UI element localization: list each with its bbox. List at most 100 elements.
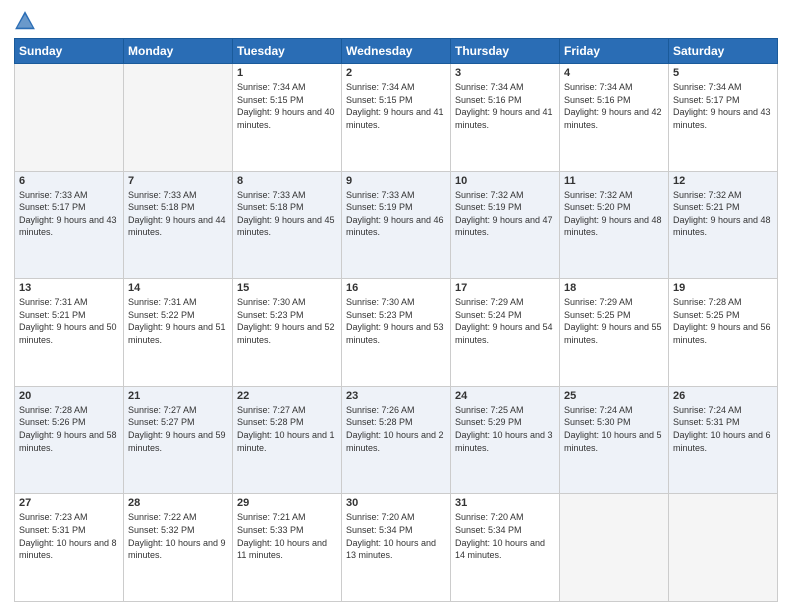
day-cell: 26 Sunrise: 7:24 AM Sunset: 5:31 PM Dayli… xyxy=(669,386,778,494)
week-row-5: 27 Sunrise: 7:23 AM Sunset: 5:31 PM Dayli… xyxy=(15,494,778,602)
day-info: Sunrise: 7:28 AM Sunset: 5:26 PM Dayligh… xyxy=(19,404,119,454)
day-number: 24 xyxy=(455,390,555,402)
day-number: 4 xyxy=(564,67,664,79)
day-info: Sunrise: 7:30 AM Sunset: 5:23 PM Dayligh… xyxy=(237,296,337,346)
day-cell: 17 Sunrise: 7:29 AM Sunset: 5:24 PM Dayli… xyxy=(451,279,560,387)
day-cell: 1Sunrise: 7:34 AM Sunset: 5:15 PM Daylig… xyxy=(233,64,342,172)
day-cell: 8 Sunrise: 7:33 AM Sunset: 5:18 PM Daylig… xyxy=(233,171,342,279)
day-cell: 7 Sunrise: 7:33 AM Sunset: 5:18 PM Daylig… xyxy=(124,171,233,279)
day-info: Sunrise: 7:26 AM Sunset: 5:28 PM Dayligh… xyxy=(346,404,446,454)
day-info: Sunrise: 7:34 AM Sunset: 5:15 PM Dayligh… xyxy=(346,81,446,131)
day-cell: 13 Sunrise: 7:31 AM Sunset: 5:21 PM Dayli… xyxy=(15,279,124,387)
day-cell xyxy=(669,494,778,602)
day-info: Sunrise: 7:29 AM Sunset: 5:25 PM Dayligh… xyxy=(564,296,664,346)
logo xyxy=(14,10,38,32)
day-info: Sunrise: 7:27 AM Sunset: 5:27 PM Dayligh… xyxy=(128,404,228,454)
col-header-tuesday: Tuesday xyxy=(233,39,342,64)
week-row-3: 13 Sunrise: 7:31 AM Sunset: 5:21 PM Dayli… xyxy=(15,279,778,387)
week-row-4: 20 Sunrise: 7:28 AM Sunset: 5:26 PM Dayli… xyxy=(15,386,778,494)
day-info: Sunrise: 7:21 AM Sunset: 5:33 PM Dayligh… xyxy=(237,511,337,561)
day-cell: 16 Sunrise: 7:30 AM Sunset: 5:23 PM Dayli… xyxy=(342,279,451,387)
calendar-header-row: SundayMondayTuesdayWednesdayThursdayFrid… xyxy=(15,39,778,64)
day-number: 8 xyxy=(237,175,337,187)
day-cell xyxy=(560,494,669,602)
day-info: Sunrise: 7:23 AM Sunset: 5:31 PM Dayligh… xyxy=(19,511,119,561)
day-info: Sunrise: 7:34 AM Sunset: 5:16 PM Dayligh… xyxy=(564,81,664,131)
day-info: Sunrise: 7:20 AM Sunset: 5:34 PM Dayligh… xyxy=(346,511,446,561)
day-number: 31 xyxy=(455,497,555,509)
day-cell: 19 Sunrise: 7:28 AM Sunset: 5:25 PM Dayli… xyxy=(669,279,778,387)
day-cell: 10 Sunrise: 7:32 AM Sunset: 5:19 PM Dayli… xyxy=(451,171,560,279)
day-info: Sunrise: 7:30 AM Sunset: 5:23 PM Dayligh… xyxy=(346,296,446,346)
day-number: 6 xyxy=(19,175,119,187)
day-info: Sunrise: 7:31 AM Sunset: 5:21 PM Dayligh… xyxy=(19,296,119,346)
day-number: 30 xyxy=(346,497,446,509)
day-cell xyxy=(124,64,233,172)
day-cell: 4 Sunrise: 7:34 AM Sunset: 5:16 PM Daylig… xyxy=(560,64,669,172)
day-cell: 22 Sunrise: 7:27 AM Sunset: 5:28 PM Dayli… xyxy=(233,386,342,494)
col-header-thursday: Thursday xyxy=(451,39,560,64)
day-number: 18 xyxy=(564,282,664,294)
day-cell: 28Sunrise: 7:22 AM Sunset: 5:32 PM Dayli… xyxy=(124,494,233,602)
day-info: Sunrise: 7:27 AM Sunset: 5:28 PM Dayligh… xyxy=(237,404,337,454)
day-number: 23 xyxy=(346,390,446,402)
day-info: Sunrise: 7:22 AM Sunset: 5:32 PM Dayligh… xyxy=(128,511,228,561)
day-number: 19 xyxy=(673,282,773,294)
day-info: Sunrise: 7:34 AM Sunset: 5:16 PM Dayligh… xyxy=(455,81,555,131)
day-number: 9 xyxy=(346,175,446,187)
day-number: 2 xyxy=(346,67,446,79)
col-header-wednesday: Wednesday xyxy=(342,39,451,64)
day-number: 14 xyxy=(128,282,228,294)
day-cell: 2 Sunrise: 7:34 AM Sunset: 5:15 PM Daylig… xyxy=(342,64,451,172)
day-info: Sunrise: 7:32 AM Sunset: 5:19 PM Dayligh… xyxy=(455,189,555,239)
day-number: 22 xyxy=(237,390,337,402)
day-number: 12 xyxy=(673,175,773,187)
day-number: 27 xyxy=(19,497,119,509)
day-cell: 9 Sunrise: 7:33 AM Sunset: 5:19 PM Daylig… xyxy=(342,171,451,279)
day-cell xyxy=(15,64,124,172)
day-info: Sunrise: 7:34 AM Sunset: 5:17 PM Dayligh… xyxy=(673,81,773,131)
day-info: Sunrise: 7:24 AM Sunset: 5:31 PM Dayligh… xyxy=(673,404,773,454)
day-info: Sunrise: 7:33 AM Sunset: 5:18 PM Dayligh… xyxy=(128,189,228,239)
day-number: 17 xyxy=(455,282,555,294)
day-info: Sunrise: 7:31 AM Sunset: 5:22 PM Dayligh… xyxy=(128,296,228,346)
calendar: SundayMondayTuesdayWednesdayThursdayFrid… xyxy=(14,38,778,602)
day-number: 3 xyxy=(455,67,555,79)
day-cell: 23 Sunrise: 7:26 AM Sunset: 5:28 PM Dayli… xyxy=(342,386,451,494)
day-cell: 21Sunrise: 7:27 AM Sunset: 5:27 PM Dayli… xyxy=(124,386,233,494)
day-info: Sunrise: 7:33 AM Sunset: 5:17 PM Dayligh… xyxy=(19,189,119,239)
day-cell: 15 Sunrise: 7:30 AM Sunset: 5:23 PM Dayli… xyxy=(233,279,342,387)
day-number: 26 xyxy=(673,390,773,402)
page: SundayMondayTuesdayWednesdayThursdayFrid… xyxy=(0,0,792,612)
col-header-sunday: Sunday xyxy=(15,39,124,64)
day-cell: 24 Sunrise: 7:25 AM Sunset: 5:29 PM Dayli… xyxy=(451,386,560,494)
day-info: Sunrise: 7:25 AM Sunset: 5:29 PM Dayligh… xyxy=(455,404,555,454)
day-cell: 30 Sunrise: 7:20 AM Sunset: 5:34 PM Dayli… xyxy=(342,494,451,602)
day-info: Sunrise: 7:29 AM Sunset: 5:24 PM Dayligh… xyxy=(455,296,555,346)
day-info: Sunrise: 7:32 AM Sunset: 5:21 PM Dayligh… xyxy=(673,189,773,239)
day-cell: 11Sunrise: 7:32 AM Sunset: 5:20 PM Dayli… xyxy=(560,171,669,279)
day-number: 7 xyxy=(128,175,228,187)
day-number: 20 xyxy=(19,390,119,402)
day-number: 10 xyxy=(455,175,555,187)
day-number: 16 xyxy=(346,282,446,294)
day-number: 5 xyxy=(673,67,773,79)
day-info: Sunrise: 7:24 AM Sunset: 5:30 PM Dayligh… xyxy=(564,404,664,454)
day-info: Sunrise: 7:33 AM Sunset: 5:18 PM Dayligh… xyxy=(237,189,337,239)
day-cell: 6 Sunrise: 7:33 AM Sunset: 5:17 PM Daylig… xyxy=(15,171,124,279)
day-info: Sunrise: 7:33 AM Sunset: 5:19 PM Dayligh… xyxy=(346,189,446,239)
day-cell: 14 Sunrise: 7:31 AM Sunset: 5:22 PM Dayli… xyxy=(124,279,233,387)
logo-icon xyxy=(14,10,36,32)
day-cell: 31 Sunrise: 7:20 AM Sunset: 5:34 PM Dayli… xyxy=(451,494,560,602)
day-info: Sunrise: 7:32 AM Sunset: 5:20 PM Dayligh… xyxy=(564,189,664,239)
day-number: 13 xyxy=(19,282,119,294)
day-cell: 25Sunrise: 7:24 AM Sunset: 5:30 PM Dayli… xyxy=(560,386,669,494)
day-number: 15 xyxy=(237,282,337,294)
week-row-2: 6 Sunrise: 7:33 AM Sunset: 5:17 PM Daylig… xyxy=(15,171,778,279)
day-info: Sunrise: 7:34 AM Sunset: 5:15 PM Dayligh… xyxy=(237,81,337,131)
day-info: Sunrise: 7:28 AM Sunset: 5:25 PM Dayligh… xyxy=(673,296,773,346)
col-header-monday: Monday xyxy=(124,39,233,64)
day-info: Sunrise: 7:20 AM Sunset: 5:34 PM Dayligh… xyxy=(455,511,555,561)
day-cell: 12 Sunrise: 7:32 AM Sunset: 5:21 PM Dayli… xyxy=(669,171,778,279)
header xyxy=(14,10,778,32)
